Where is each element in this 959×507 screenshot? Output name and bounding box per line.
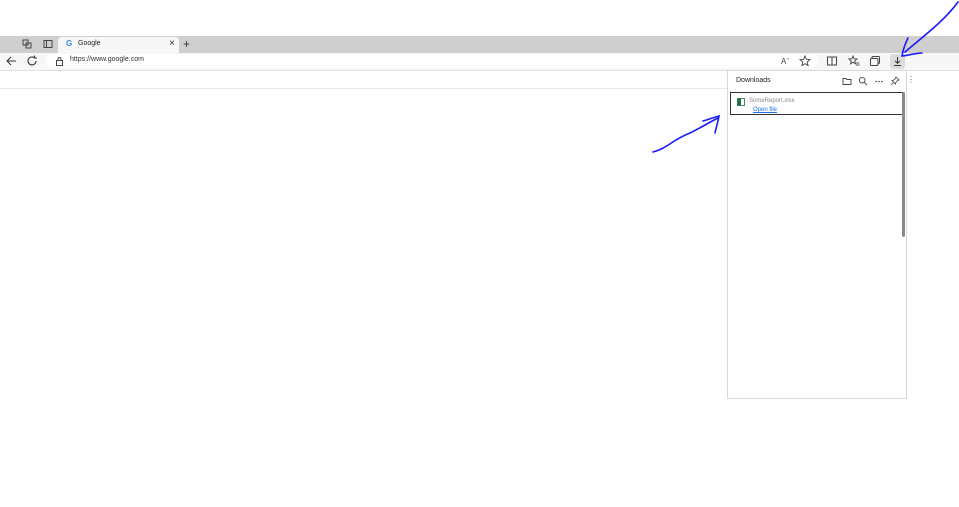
split-screen-icon[interactable] xyxy=(826,55,838,67)
read-aloud-icon[interactable]: A » xyxy=(780,55,792,67)
lock-icon[interactable] xyxy=(55,56,64,66)
downloads-button[interactable] xyxy=(890,54,905,69)
downloads-panel-title: Downloads xyxy=(736,77,771,84)
back-arrow-icon[interactable] xyxy=(5,55,17,67)
annotation-arrow-left xyxy=(652,117,719,153)
open-file-link[interactable]: Open file xyxy=(753,107,777,113)
close-icon[interactable]: × xyxy=(169,38,175,50)
workspaces-icon[interactable] xyxy=(22,39,32,49)
search-icon[interactable] xyxy=(858,76,868,86)
favorites-icon[interactable] xyxy=(848,55,860,67)
new-tab-button[interactable]: + xyxy=(183,37,190,51)
downloads-panel: Downloads SomeReport.xlsx Open file xyxy=(727,70,907,399)
address-bar[interactable]: https://www.google.com xyxy=(46,54,818,68)
tab-google[interactable]: G Google × xyxy=(58,37,179,53)
sidebar-more-icon[interactable]: ⋮ xyxy=(907,75,915,84)
annotation-arrowhead-left xyxy=(702,114,720,134)
toolbar: https://www.google.com A » xyxy=(0,53,959,71)
more-icon[interactable] xyxy=(874,76,884,86)
download-icon xyxy=(894,57,901,66)
download-item[interactable]: SomeReport.xlsx Open file xyxy=(730,92,903,115)
folder-icon[interactable] xyxy=(842,76,852,86)
url-text[interactable]: https://www.google.com xyxy=(70,56,144,63)
tab-actions-icon[interactable] xyxy=(43,39,53,49)
page-content-divider xyxy=(0,88,727,89)
tab-title: Google xyxy=(78,40,101,47)
refresh-icon[interactable] xyxy=(26,55,38,67)
collections-icon[interactable] xyxy=(869,55,881,67)
pin-icon[interactable] xyxy=(890,76,900,86)
google-favicon-icon: G xyxy=(66,39,73,48)
download-file-name: SomeReport.xlsx xyxy=(749,98,795,104)
downloads-scrollbar[interactable] xyxy=(902,92,905,237)
star-icon[interactable] xyxy=(799,55,811,67)
svg-text:»: » xyxy=(787,56,790,61)
excel-file-icon xyxy=(737,98,745,106)
